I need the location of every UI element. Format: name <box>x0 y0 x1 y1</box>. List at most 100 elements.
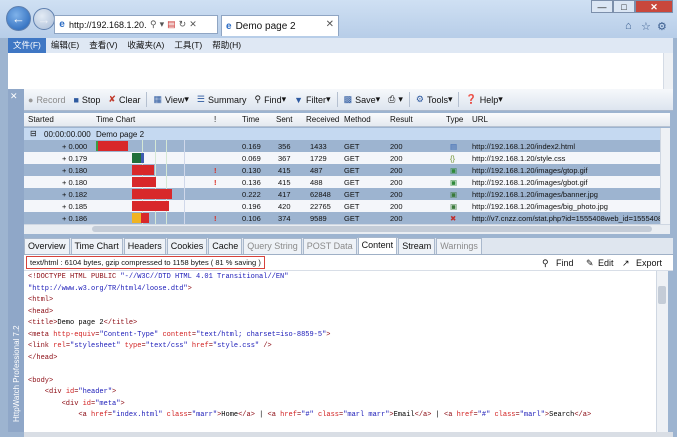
record-button[interactable]: ● Record <box>24 89 69 111</box>
col-method[interactable]: Method <box>344 115 371 124</box>
tab-cache[interactable]: Cache <box>208 238 243 254</box>
collapse-icon[interactable]: ⊟ <box>30 129 37 138</box>
col-started[interactable]: Started <box>28 115 54 124</box>
cell-url: http://192.168.1.20/index2.html <box>472 142 575 151</box>
browser-tab[interactable]: e Demo page 2 ✕ <box>221 15 339 36</box>
time-chart-bar <box>98 141 128 151</box>
col-sent[interactable]: Sent <box>276 115 292 124</box>
grid-scrollbar[interactable] <box>660 128 670 224</box>
gear-icon[interactable]: ⚙ <box>657 20 667 33</box>
time-chart-bar <box>132 153 141 163</box>
tab-overview[interactable]: Overview <box>24 238 70 254</box>
tools-button[interactable]: ⚙ Tools ▾ <box>412 89 457 111</box>
menu-view[interactable]: 查看(V) <box>84 38 122 53</box>
close-panel-icon[interactable]: ✕ <box>10 91 18 102</box>
close-window-button[interactable]: ✕ <box>635 0 673 13</box>
refresh-icon[interactable]: ↻ <box>179 19 187 30</box>
cell-result: 200 <box>390 202 403 211</box>
chevron-down-icon: ▾ <box>375 94 381 104</box>
chart-gridline <box>155 140 156 152</box>
col-warning[interactable]: ! <box>214 115 216 124</box>
tab-post-data[interactable]: POST Data <box>302 238 357 254</box>
group-started: 00:00:00.000 <box>44 130 91 139</box>
search-icon[interactable]: ⚲ <box>150 19 157 30</box>
help-icon: ❓ <box>465 94 477 104</box>
content-source-view[interactable]: <!DOCTYPE HTML PUBLIC "-//W3C//DTD HTML … <box>24 271 656 432</box>
save-button[interactable]: ▩ Save ▾ <box>340 89 385 111</box>
minimize-button[interactable]: — <box>591 0 613 13</box>
find-content-icon[interactable]: ⚲ <box>542 258 549 269</box>
stop-icon[interactable]: ✕ <box>189 19 197 30</box>
request-row[interactable]: + 0.000 0.169 356 1433 GET 200 http://192.168.… <box>24 140 660 152</box>
httpwatch-sidebar: HttpWatch Professional 7.2 <box>8 89 24 432</box>
find-content-button[interactable]: Find <box>556 258 574 268</box>
cell-method: GET <box>344 142 360 151</box>
tab-query-string[interactable]: Query String <box>243 238 302 254</box>
request-row[interactable]: + 0.185 0.196 420 22765 GET 200 http://192.168… <box>24 200 660 212</box>
view-button[interactable]: ▦ View ▾ <box>149 89 192 111</box>
edit-content-button[interactable]: Edit <box>598 258 614 268</box>
menu-file[interactable]: 文件(F) <box>8 38 46 53</box>
col-url[interactable]: URL <box>472 115 488 124</box>
filter-button[interactable]: ▼ Filter ▾ <box>290 89 334 111</box>
cell-sent: 420 <box>278 202 291 211</box>
summary-button[interactable]: ☰ Summary <box>193 89 251 111</box>
tab-headers[interactable]: Headers <box>123 238 166 254</box>
page-scrollbar[interactable] <box>663 53 673 89</box>
maximize-button[interactable]: □ <box>613 0 635 13</box>
hscroll-thumb[interactable] <box>92 226 652 232</box>
tab-stream[interactable]: Stream <box>398 238 436 254</box>
request-row[interactable]: + 0.179 0.069 367 1729 GET 200 http://192.168.… <box>24 152 660 164</box>
request-row[interactable]: + 0.182 0.222 417 62848 GET 200 http://192.168… <box>24 188 660 200</box>
back-button[interactable]: ← <box>6 6 31 31</box>
help-button[interactable]: ❓ Help ▾ <box>461 89 506 111</box>
compat-icon[interactable]: ▤ <box>167 19 176 30</box>
tab-warnings[interactable]: Warnings <box>436 238 482 254</box>
export-content-button[interactable]: Export <box>636 258 662 268</box>
request-row[interactable]: + 0.180! 0.136 415 488 GET 200 http://192.168.… <box>24 176 660 188</box>
chart-gridline <box>166 212 167 224</box>
httpwatch-toolbar: ● Record ■ Stop ✘ Clear ▦ View ▾ ☰ Summary ⚲ Fi… <box>24 89 673 111</box>
forward-button[interactable]: → <box>33 8 55 30</box>
cell-started: + 0.186 <box>62 214 88 223</box>
page-group-row[interactable]: ⊟ 00:00:00.000 Demo page 2 <box>24 128 670 140</box>
chart-gridline <box>142 140 143 152</box>
col-received[interactable]: Received <box>306 115 339 124</box>
menu-help[interactable]: 帮助(H) <box>207 38 246 53</box>
print-button[interactable]: ⎙ ▾ <box>384 89 407 111</box>
col-type[interactable]: Type <box>446 115 463 124</box>
tab-cookies[interactable]: Cookies <box>166 238 208 254</box>
col-result[interactable]: Result <box>390 115 413 124</box>
edit-pencil-icon[interactable]: ✎ <box>586 258 594 269</box>
content-scroll-thumb[interactable] <box>658 286 666 304</box>
col-time-chart[interactable]: Time Chart <box>96 115 135 124</box>
source-token: "header" <box>78 388 113 396</box>
address-bar[interactable]: e http://192.168.1.20. ⚲ ▾ ▤ ↻ ✕ <box>54 15 218 34</box>
request-row[interactable]: + 0.180! 0.130 415 487 GET 200 http://192.168.… <box>24 164 660 176</box>
source-token: </a> <box>238 411 255 419</box>
address-url[interactable]: http://192.168.1.20. <box>69 20 147 30</box>
dropdown-icon[interactable]: ▾ <box>160 19 165 30</box>
menu-edit[interactable]: 编辑(E) <box>46 38 84 53</box>
cell-warn: ! <box>214 178 217 187</box>
find-button[interactable]: ⚲ Find ▾ <box>250 89 290 111</box>
ie-logo-icon: e <box>59 19 65 30</box>
export-icon[interactable]: ↗ <box>622 258 630 269</box>
stop-button[interactable]: ■ Stop <box>69 89 104 111</box>
source-token: <meta <box>28 330 54 339</box>
menu-favorites[interactable]: 收藏夹(A) <box>123 38 170 53</box>
menu-tools[interactable]: 工具(T) <box>169 38 207 53</box>
col-time[interactable]: Time <box>242 115 259 124</box>
clear-button[interactable]: ✘ Clear <box>104 89 144 111</box>
close-tab-icon[interactable]: ✕ <box>326 19 334 30</box>
favorites-icon[interactable]: ☆ <box>641 20 651 33</box>
cell-method: GET <box>344 190 360 199</box>
tab-time-chart[interactable]: Time Chart <box>70 238 123 254</box>
tab-content[interactable]: Content <box>357 237 398 254</box>
chart-gridline <box>184 188 185 200</box>
home-icon[interactable]: ⌂ <box>625 20 632 32</box>
request-row[interactable]: + 0.186! 0.106 374 9589 GET 200 http://v7.cnzz… <box>24 212 662 224</box>
source-token: href <box>456 411 474 419</box>
cell-started: + 0.179 <box>62 154 88 163</box>
source-token: id <box>82 399 92 408</box>
